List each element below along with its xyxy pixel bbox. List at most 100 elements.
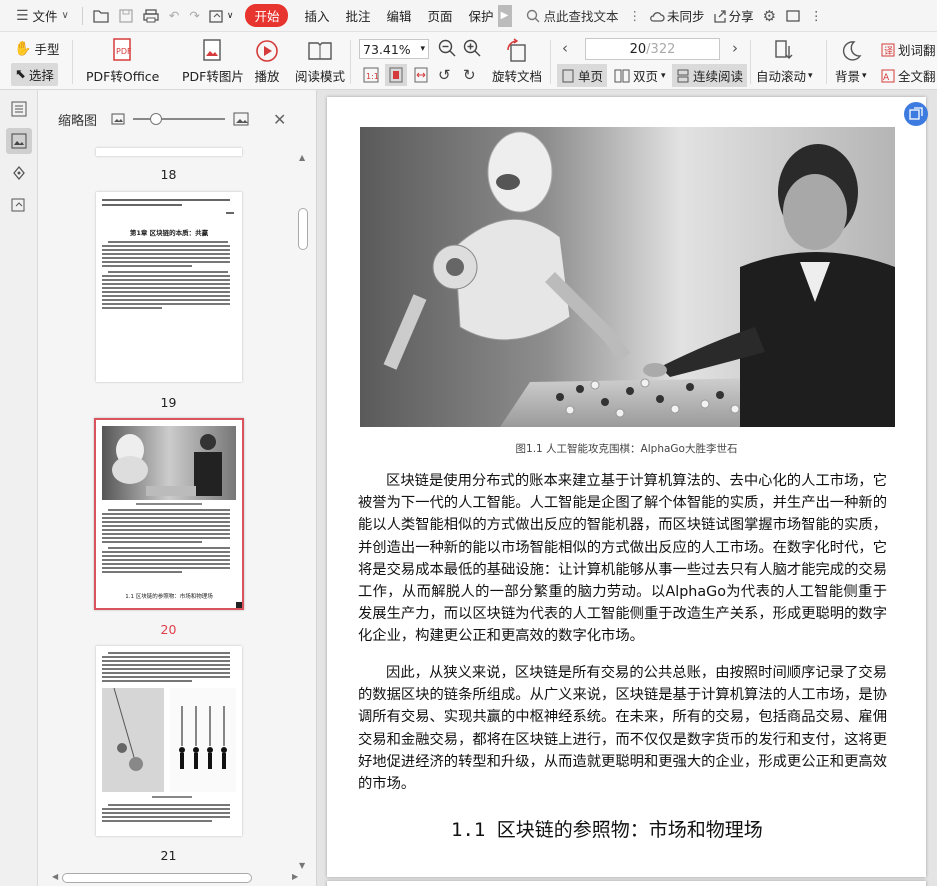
read-mode-button[interactable]: 阅读模式 <box>295 36 345 85</box>
export-icon <box>209 9 223 23</box>
pdf-to-office-icon: PDF <box>112 38 132 61</box>
scroll-right-icon[interactable]: ▶ <box>292 872 298 881</box>
next-page-button[interactable]: › <box>732 39 738 57</box>
rotate-left-button[interactable]: ↺ <box>438 66 451 84</box>
page-current: 20 <box>629 41 647 57</box>
prev-page-button[interactable]: ‹ <box>562 39 568 57</box>
fit-page-icon <box>389 67 403 83</box>
thumbnail-page-20[interactable]: 1.1 区块链的参照物：市场和物理场 <box>94 418 244 610</box>
file-menu[interactable]: ☰ 文件 ∨ <box>8 0 77 32</box>
chevron-down-icon: ▾ <box>862 70 867 81</box>
thumbnail-horizontal-scrollbar[interactable]: ◀ ▶ <box>52 872 302 884</box>
double-page-label: 双页 <box>633 69 659 84</box>
scroll-left-icon[interactable]: ◀ <box>52 872 58 881</box>
save-icon <box>119 8 133 23</box>
fit-page-button[interactable] <box>385 64 407 86</box>
tab-insert[interactable]: 插入 <box>296 0 337 32</box>
pdf-to-office-button[interactable]: PDF PDF转Office <box>86 36 159 85</box>
tab-page[interactable]: 页面 <box>420 0 461 32</box>
zoom-out-button[interactable] <box>438 39 456 57</box>
menu-bar: ☰ 文件 ∨ ↶ ↷ ∨ 开始 插入 批注 编辑 页面 保护 ▶ 点此查找文本 … <box>0 0 937 32</box>
document-view[interactable]: 图1.1 人工智能攻克围棋：AlphaGo大胜李世石 区块链是使用分布式的账本来… <box>318 90 937 886</box>
small-image-icon[interactable] <box>111 113 125 125</box>
tab-start-label: 开始 <box>245 4 289 27</box>
tab-edit[interactable]: 编辑 <box>378 0 419 32</box>
cursor-icon: ⬉ <box>15 67 26 82</box>
floating-convert-button[interactable] <box>904 102 928 126</box>
share-icon <box>713 9 726 23</box>
single-page-label: 单页 <box>578 69 604 84</box>
continuous-read-button[interactable]: 连续阅读 <box>672 64 748 87</box>
undo-button[interactable]: ↶ <box>164 0 184 32</box>
chevron-down-icon: ∨ <box>61 10 69 21</box>
open-folder-button[interactable] <box>88 0 114 32</box>
more-menu-button[interactable]: ⋮ <box>805 0 828 32</box>
slider-knob[interactable] <box>150 113 163 125</box>
fit-width-button[interactable] <box>413 67 429 83</box>
hand-tool-button[interactable]: ✋ 手型 <box>14 39 59 58</box>
share-button[interactable]: 分享 <box>709 0 758 32</box>
export-button[interactable]: ∨ <box>205 0 238 32</box>
background-button[interactable]: 背景 ▾ <box>835 36 867 85</box>
scroll-down-icon[interactable]: ▼ <box>299 861 305 870</box>
cloud-icon <box>650 11 665 22</box>
sync-status[interactable]: 未同步 <box>645 0 709 32</box>
rotate-right-button[interactable]: ↻ <box>463 66 476 84</box>
tab-protect[interactable]: 保护 <box>461 0 498 32</box>
tab-annotate[interactable]: 批注 <box>337 0 378 32</box>
scrollbar-thumb[interactable] <box>298 208 308 250</box>
double-page-button[interactable]: 双页 ▾ <box>614 66 666 85</box>
thumbnail-page-21[interactable] <box>96 646 242 836</box>
pdf-to-image-button[interactable]: PDF转图片 <box>182 36 244 85</box>
chevron-right-icon: › <box>732 39 738 57</box>
tab-annotate-label: 批注 <box>345 9 371 24</box>
thumbnail-page-19-content <box>102 199 234 309</box>
next-document-page <box>327 881 926 886</box>
tab-protect-label: 保护 <box>468 9 494 24</box>
actual-size-button[interactable]: 1:1 <box>363 67 379 83</box>
page-number-input[interactable]: 20/322 <box>585 38 720 60</box>
zoom-select[interactable]: 73.41% ▾ <box>359 39 429 59</box>
continuous-read-label: 连续阅读 <box>693 69 744 84</box>
thumbnail-page-18[interactable] <box>96 148 242 156</box>
tab-start[interactable]: 开始 <box>237 0 296 32</box>
select-tool-button[interactable]: ⬉ 选择 <box>11 63 58 86</box>
thumbnail-vertical-scrollbar[interactable]: ▲ ▼ <box>296 153 310 873</box>
save-button[interactable] <box>114 0 138 32</box>
sync-status-label: 未同步 <box>667 9 705 24</box>
auto-scroll-button[interactable]: 自动滚动 ▾ <box>756 36 813 85</box>
close-icon[interactable]: ✕ <box>273 110 286 129</box>
search-box[interactable]: 点此查找文本 <box>520 6 625 25</box>
export-panel-button[interactable] <box>6 192 32 218</box>
moon-icon <box>842 41 862 61</box>
tabs-more-arrow[interactable]: ▶ <box>497 4 512 27</box>
settings-button[interactable]: ⚙ <box>758 0 781 32</box>
fit-width-icon <box>414 67 428 83</box>
tab-page-label: 页面 <box>427 9 453 24</box>
large-image-icon[interactable] <box>233 112 249 126</box>
hamburger-icon: ☰ <box>16 7 29 24</box>
thumbnail-page-19[interactable]: 第1章 区块链的本质：共赢 <box>96 192 242 382</box>
translate-word-button[interactable]: 译 划词翻 <box>881 40 936 59</box>
window-button[interactable] <box>781 0 805 32</box>
thumbnail-panel-button[interactable] <box>6 128 32 154</box>
chevron-down-icon: ▾ <box>661 70 666 81</box>
gear-icon: ⚙ <box>762 6 777 25</box>
redo-button[interactable]: ↷ <box>184 0 204 32</box>
more-vertical-icon[interactable]: ⋮ <box>625 0 646 32</box>
scroll-up-icon[interactable]: ▲ <box>299 153 305 162</box>
scrollbar-thumb[interactable] <box>62 873 252 883</box>
translate-icon: 译 <box>881 43 895 57</box>
document-page: 图1.1 人工智能攻克围棋：AlphaGo大胜李世石 区块链是使用分布式的账本来… <box>327 97 926 877</box>
play-button[interactable]: 播放 <box>254 36 280 85</box>
rotate-document-button[interactable]: 旋转文档 <box>492 36 542 85</box>
print-button[interactable] <box>138 0 164 32</box>
single-page-button[interactable]: 单页 <box>557 64 608 87</box>
chevron-down-icon: ▾ <box>420 44 425 54</box>
outline-panel-button[interactable] <box>6 96 32 122</box>
rotate-right-icon: ↻ <box>463 66 476 84</box>
chevron-down-icon: ∨ <box>226 10 234 21</box>
thumbnail-size-slider[interactable] <box>133 112 226 126</box>
full-text-translate-button[interactable]: A 全文翻 <box>881 66 936 85</box>
zoom-in-button[interactable] <box>463 39 481 57</box>
